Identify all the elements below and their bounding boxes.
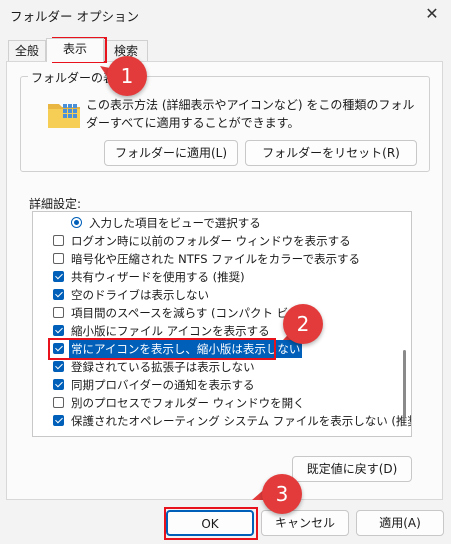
tab-view-label: 表示 (62, 42, 87, 56)
checkbox[interactable] (53, 307, 64, 318)
folder-icon (48, 104, 80, 128)
checkbox[interactable] (53, 415, 64, 426)
list-item-label: 登録されている拡張子は表示しない (71, 360, 255, 374)
tab-general[interactable]: 全般 (8, 40, 46, 62)
title-bar: フォルダー オプション ✕ (0, 0, 451, 30)
list-item-label: 暗号化や圧縮された NTFS ファイルをカラーで表示する (71, 252, 360, 266)
advanced-settings-list[interactable]: 入力した項目をビューで選択する ログオン時に以前のフォルダー ウィンドウを表示す… (32, 211, 412, 437)
checkbox[interactable] (53, 289, 64, 300)
folder-views-description: この表示方法 (詳細表示やアイコンなど) をこの種類のフォルダーすべてに適用する… (86, 98, 415, 130)
list-item-label: 別のプロセスでフォルダー ウィンドウを開く (71, 396, 305, 410)
tab-general-label: 全般 (14, 44, 39, 58)
list-item[interactable]: 保護されたオペレーティング システム ファイルを表示しない (推奨) (33, 412, 411, 430)
checkbox[interactable] (53, 253, 64, 264)
list-item-label: 保護されたオペレーティング システム ファイルを表示しない (推奨) (71, 414, 412, 428)
callout-1: 1 (107, 56, 147, 96)
list-item[interactable]: 入力した項目をビューで選択する (33, 214, 403, 232)
list-item-label: 項目間のスペースを減らす (コンパクト ビュー) (71, 306, 316, 320)
cancel-button[interactable]: キャンセル (261, 510, 349, 536)
window-title: フォルダー オプション (10, 9, 139, 24)
list-item[interactable]: 共有ウィザードを使用する (推奨) (33, 268, 403, 286)
highlight-box-item (48, 338, 276, 360)
apply-to-folders-button[interactable]: フォルダーに適用(L) (104, 140, 238, 166)
list-item-label: ログオン時に以前のフォルダー ウィンドウを表示する (71, 234, 351, 248)
highlight-box-ok (164, 507, 258, 540)
callout-3: 3 (262, 474, 302, 514)
list-item[interactable]: 登録されている拡張子は表示しない (33, 358, 403, 376)
reset-folders-button[interactable]: フォルダーをリセット(R) (245, 140, 417, 166)
checkbox[interactable] (53, 325, 64, 336)
list-item[interactable]: 別のプロセスでフォルダー ウィンドウを開く (33, 394, 403, 412)
list-item-label: 共有ウィザードを使用する (推奨) (71, 270, 245, 284)
radio-button[interactable] (71, 217, 82, 228)
list-item[interactable]: 暗号化や圧縮された NTFS ファイルをカラーで表示する (33, 250, 403, 268)
checkbox[interactable] (53, 361, 64, 372)
list-item-label: 同期プロバイダーの通知を表示する (71, 378, 255, 392)
checkbox[interactable] (53, 379, 64, 390)
checkbox[interactable] (53, 397, 64, 408)
close-icon[interactable]: ✕ (419, 2, 445, 26)
apply-button[interactable]: 適用(A) (356, 510, 444, 536)
checkbox[interactable] (53, 271, 64, 282)
advanced-settings-label: 詳細設定: (29, 197, 82, 211)
list-item[interactable]: 同期プロバイダーの通知を表示する (33, 376, 403, 394)
checkbox[interactable] (53, 235, 64, 246)
list-item-label: 入力した項目をビューで選択する (89, 216, 261, 230)
list-item[interactable]: 空のドライブは表示しない (33, 286, 403, 304)
list-item[interactable]: ログオン時に以前のフォルダー ウィンドウを表示する (33, 232, 403, 250)
list-item[interactable]: 項目間のスペースを減らす (コンパクト ビュー) (33, 304, 403, 322)
scrollbar-thumb[interactable] (403, 350, 406, 418)
callout-2: 2 (283, 304, 323, 344)
tab-view[interactable]: 表示 (46, 38, 104, 62)
restore-defaults-button[interactable]: 既定値に戻す(D) (292, 456, 412, 482)
list-item-label: 空のドライブは表示しない (71, 288, 209, 302)
